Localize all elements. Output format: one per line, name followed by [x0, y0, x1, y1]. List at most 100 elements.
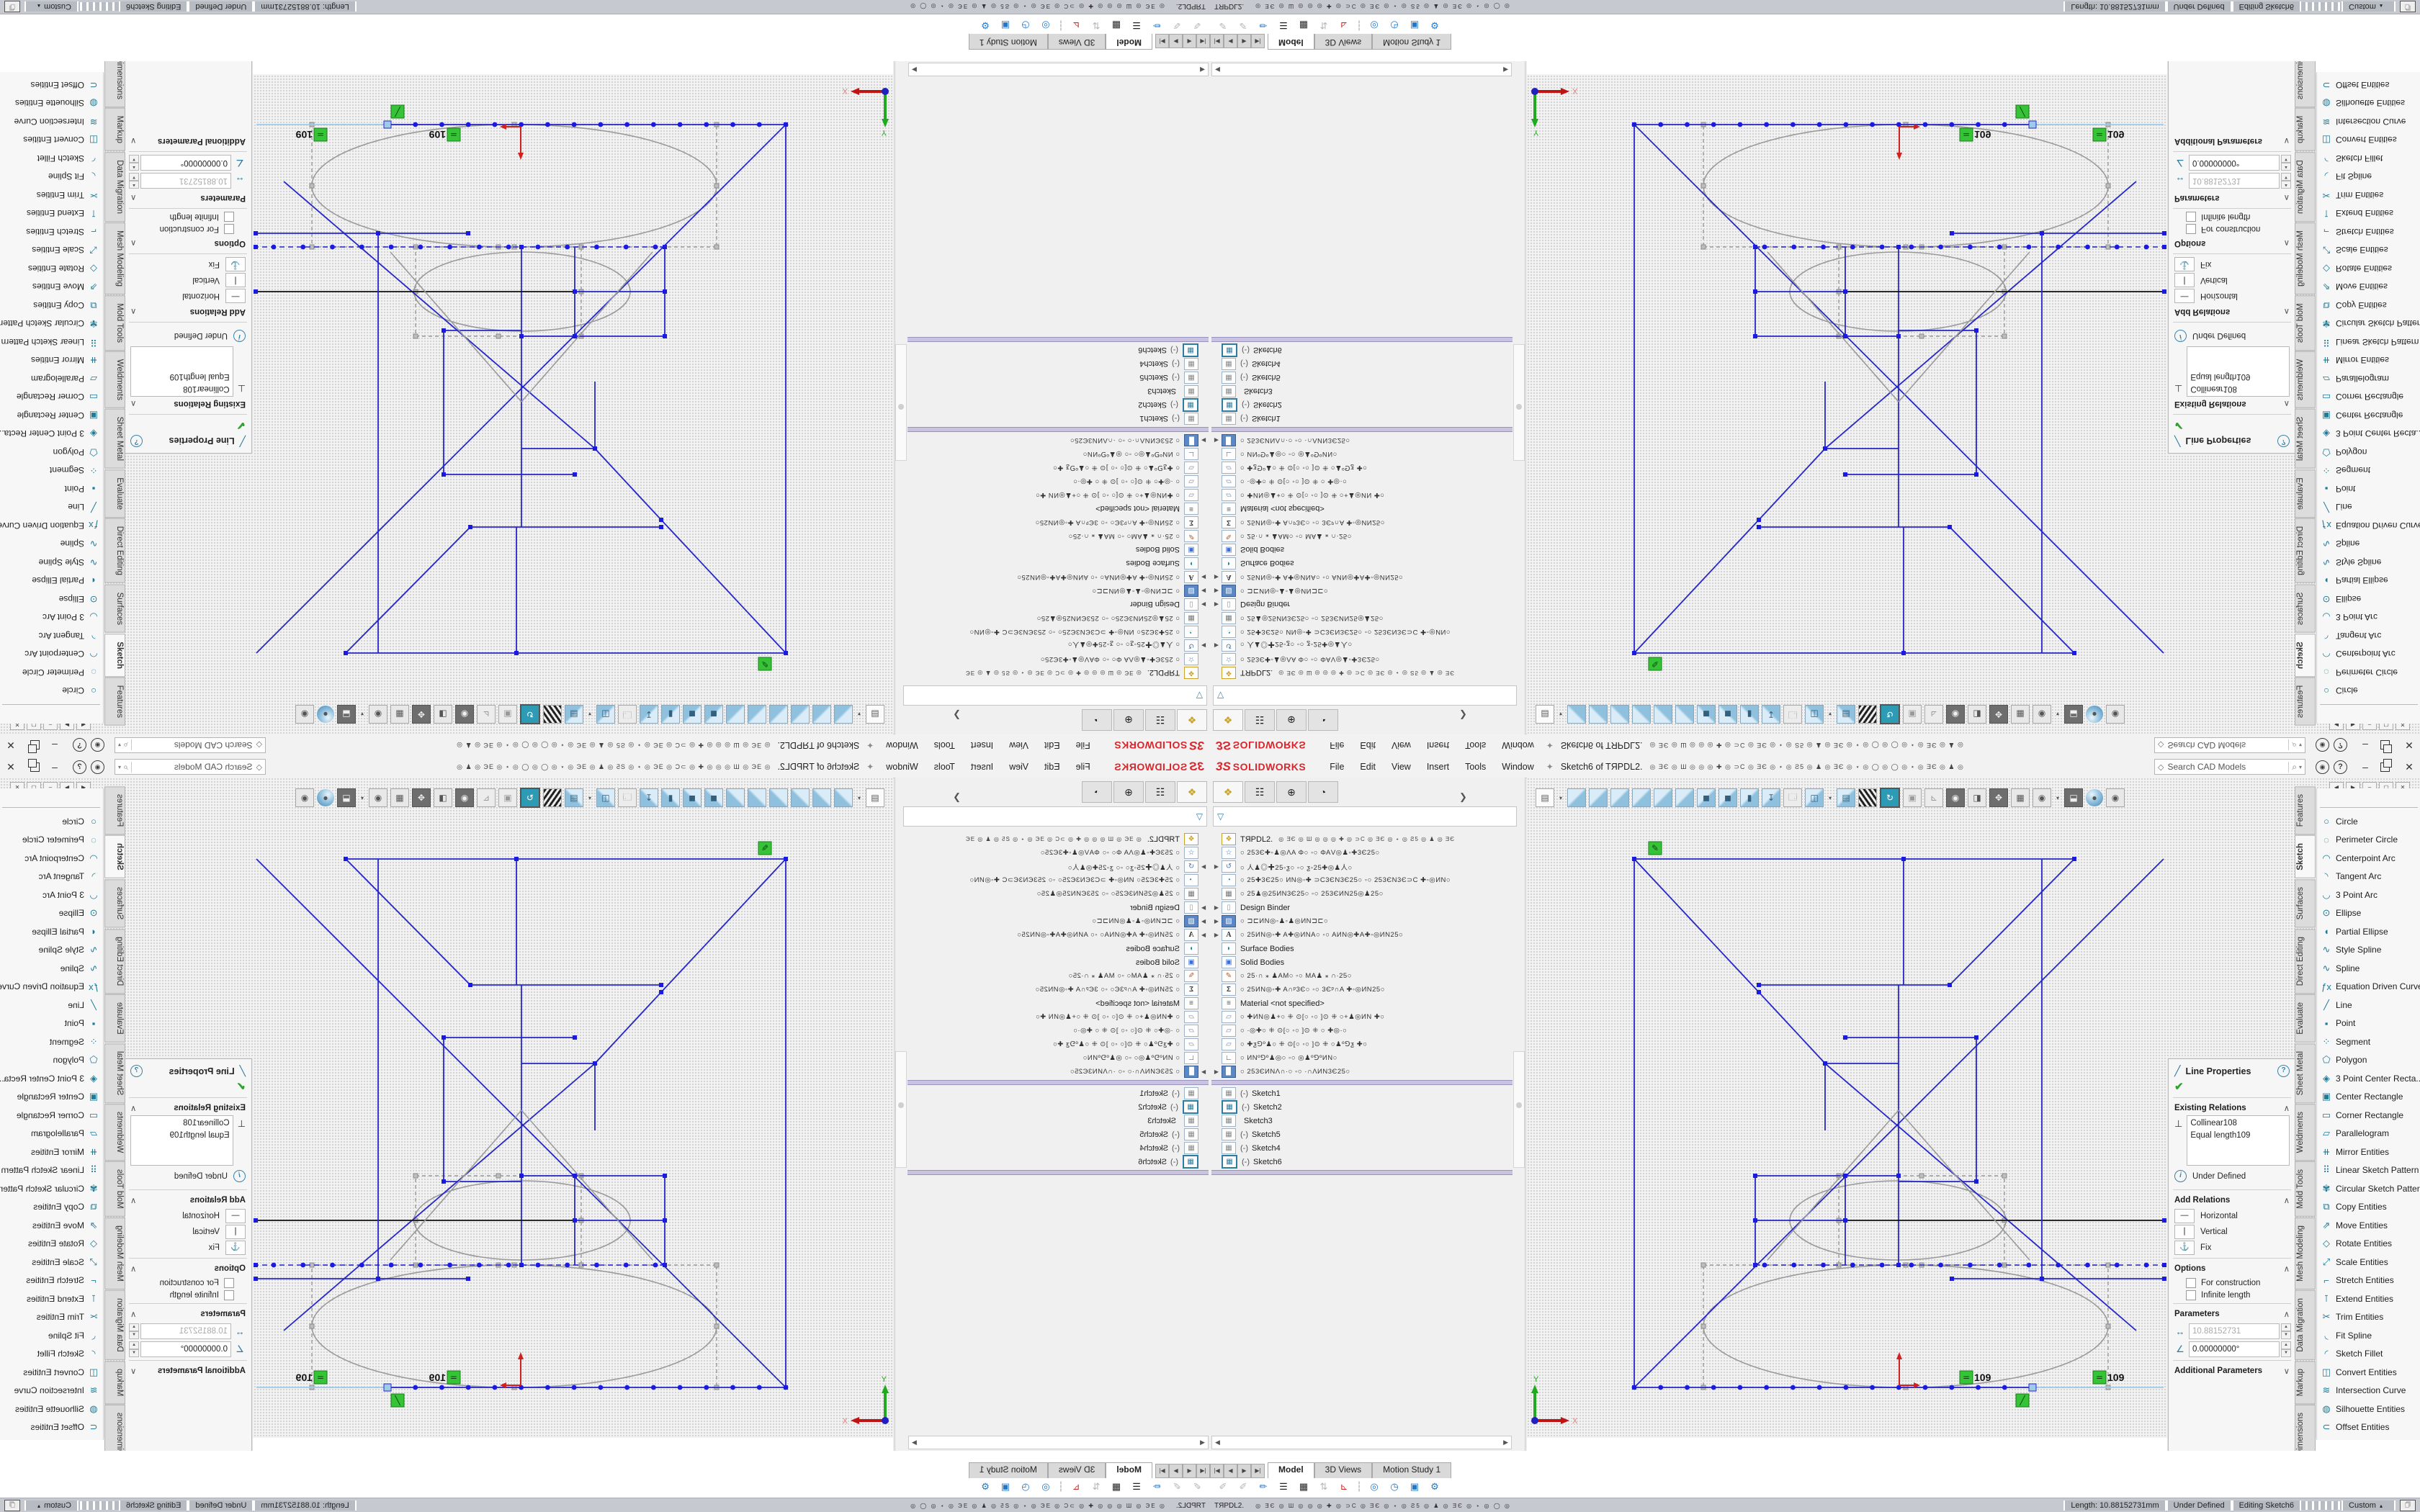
relation-item[interactable]: Collinear108: [134, 1117, 230, 1130]
tree-item[interactable]: ▶ ▣ Solid Bodies: [1211, 543, 1512, 557]
view-toolbar-icon[interactable]: [1675, 705, 1694, 724]
view-toolbar-icon[interactable]: ↻: [520, 788, 540, 808]
bottom-toolbar-icon[interactable]: ✐: [1168, 1480, 1186, 1494]
spinner-control[interactable]: ▲▼: [129, 173, 139, 189]
view-toolbar-icon[interactable]: ▮: [661, 705, 680, 724]
view-toolbar-icon[interactable]: ▣: [1903, 705, 1922, 724]
sketch-tree-item[interactable]: ▶ ▦ (-) Sketch1: [1211, 1086, 1512, 1100]
view-toolbar-icon[interactable]: ↧: [1762, 788, 1780, 807]
pin-icon[interactable]: ✦: [866, 740, 874, 750]
sketch-tool-item[interactable]: ⁘ Segment: [2317, 1032, 2420, 1051]
add-relation-button[interactable]: ⚓ Fix: [2174, 257, 2290, 271]
sketch-tool-item[interactable]: ⊺ Extend Entities: [2317, 1290, 2420, 1308]
menu-item[interactable]: Tools: [1457, 762, 1494, 772]
tree-item[interactable]: ▶ ◔ ○ 25✚3Є25○ ИN◎◦✚ ⊃C3ЄN3Є25○ ◦○ 253ЄN…: [908, 625, 1209, 639]
view-toolbar-icon[interactable]: ◨: [434, 705, 452, 724]
sketch-tool-item[interactable]: ◌ Perimeter Circle: [2317, 663, 2420, 682]
sketch-tool-item[interactable]: ◈ 3 Point Center Recta...: [0, 425, 103, 444]
sketch-tool-item[interactable]: ⁘ Segment: [0, 462, 103, 480]
tree-item[interactable]: ▶ ✎ ○ 25·∩ ⁎ ♟AΜ○ ◦○ ΜA♟ ⁎ ∩·25○: [908, 969, 1209, 983]
view-toolbar-icon[interactable]: [543, 705, 562, 724]
quick-access-toolbar[interactable]: ◎ ƎЄ ◎ Ш ◎ ◎ ◎ ✚ ◎ ⊃C ◎ ƎЄ ◎ ⋆ ◎ Ƨ5 ◎ ♟ …: [1650, 742, 2148, 750]
expand-arrow-icon[interactable]: ▶: [1211, 588, 1222, 594]
tab-propertymanager[interactable]: ☷: [1145, 709, 1175, 731]
bottom-toolbar-icon[interactable]: ✐: [1188, 1480, 1206, 1494]
bottom-toolbar-icon[interactable]: ▣: [1406, 18, 1423, 32]
tab-propertymanager[interactable]: ☷: [1145, 781, 1175, 803]
collapse-chevron-icon[interactable]: ∧: [130, 238, 136, 248]
sketch-tool-item[interactable]: ╱ Line: [0, 996, 103, 1014]
menu-item[interactable]: File: [1068, 740, 1098, 750]
help-icon[interactable]: ?: [73, 760, 86, 774]
sketch-tool-item[interactable]: ƒx Equation Driven Curve: [0, 978, 103, 996]
parameter-value-field[interactable]: 0.00000000°: [2189, 1341, 2280, 1357]
menu-item[interactable]: Window: [1494, 762, 1541, 772]
sketch-tool-item[interactable]: ▪ Point: [2317, 1014, 2420, 1033]
expand-arrow-icon[interactable]: ▶: [1211, 863, 1222, 870]
sketch-tool-item[interactable]: ⊺ Extend Entities: [0, 1290, 103, 1308]
bottom-toolbar-icon[interactable]: ☰: [1275, 18, 1292, 32]
commandmanager-tab[interactable]: Evaluate: [104, 994, 125, 1043]
search-input[interactable]: ◇ Search CAD Models ⌕ ▾: [115, 737, 266, 753]
view-toolbar-icon[interactable]: ⬓: [2064, 705, 2083, 724]
view-toolbar-icon[interactable]: ◫: [1805, 705, 1824, 724]
collapse-chevron-icon[interactable]: ∧: [130, 307, 136, 317]
expand-arrow-icon[interactable]: ▶: [1198, 574, 1209, 580]
bottom-toolbar-icon[interactable]: ◷: [1386, 18, 1403, 32]
sketch-tool-item[interactable]: ◫ Convert Entities: [0, 131, 103, 150]
tree-item[interactable]: ▶ ≡ Material <not specified>: [908, 502, 1209, 516]
expand-chevron-icon[interactable]: ∨: [2284, 136, 2290, 146]
sketch-tool-item[interactable]: ◇ Rotate Entities: [0, 1235, 103, 1254]
search-icon[interactable]: ⌕: [2288, 762, 2297, 773]
tray-icon[interactable]: 🗇: [2400, 1500, 2416, 1511]
account-icon[interactable]: ◉: [2316, 760, 2329, 774]
relation-item[interactable]: Collinear108: [2190, 382, 2286, 395]
sketch-tool-item[interactable]: ◠ Centerpoint Arc: [2317, 849, 2420, 868]
sketch-tool-item[interactable]: ⬠ Polygon: [0, 1051, 103, 1070]
sketch-tool-item[interactable]: ◟ Fit Spline: [0, 168, 103, 186]
tree-item[interactable]: ▶ ✎ ○ 25·∩ ⁎ ♟AΜ○ ◦○ ΜA♟ ⁎ ∩·25○: [1211, 969, 1512, 983]
spinner-control[interactable]: ▲▼: [2281, 1341, 2291, 1357]
sketch-tree-item[interactable]: ▶ ▦ (-) Sketch1: [908, 1086, 1209, 1100]
view-toolbar-icon[interactable]: ▣: [498, 788, 517, 807]
document-tab[interactable]: Motion Study 1: [1372, 1462, 1451, 1478]
tree-filter-input[interactable]: ▽: [1213, 806, 1517, 827]
tree-horizontal-scrollbar[interactable]: ◀ ▶: [1211, 63, 1512, 76]
sketch-tool-item[interactable]: ⌐ Stretch Entities: [2317, 222, 2420, 241]
sketch-tool-item[interactable]: ƒx Equation Driven Curve: [0, 516, 103, 535]
view-toolbar-icon[interactable]: [1610, 788, 1629, 807]
relations-list[interactable]: Collinear108Equal length109: [2187, 346, 2290, 397]
tree-item[interactable]: ▶ ✎ ○ 25·∩ ⁎ ♟AΜ○ ◦○ ΜA♟ ⁎ ∩·25○: [1211, 529, 1512, 543]
view-toolbar-icon[interactable]: ◼: [704, 788, 723, 807]
tree-item[interactable]: ▶ ▦ ○ 25♟◎25ИN3Є25○ ◦○ 253ЄИN25◎♟25○: [908, 611, 1209, 625]
view-toolbar-icon[interactable]: ▾: [586, 789, 593, 806]
tab-nav-button[interactable]: ◀: [1224, 1464, 1237, 1478]
sketch-tree-item[interactable]: ▶ ▦ Sketch3: [1211, 384, 1512, 398]
tab-nav-button[interactable]: |◀: [1210, 1464, 1224, 1478]
ok-checkmark-icon[interactable]: ✔: [125, 1079, 251, 1094]
view-toolbar-icon[interactable]: ◫: [596, 705, 615, 724]
pin-icon[interactable]: ✦: [1546, 762, 1554, 772]
tree-item[interactable]: ▶ ∟ ○ ИNº⅁º♟◎○ ◦○ ◎♟º⅁ºИN○: [908, 447, 1209, 461]
tree-item[interactable]: ▶ ❖ TЯPDL2. ◎ ƎЄ ◎ Ш ◎ ◎ ◎ ✚ ◎ ⊃C ◎ ƎЄ ◎…: [1211, 832, 1512, 846]
view-toolbar-icon[interactable]: ▾: [1827, 706, 1834, 723]
view-toolbar-icon[interactable]: ▦: [2011, 705, 2030, 724]
tree-item[interactable]: ▶ ◗ Surface Bodies: [1211, 557, 1512, 570]
view-toolbar-icon[interactable]: ✥: [412, 705, 431, 724]
tree-vertical-scrollbar[interactable]: [895, 1051, 907, 1168]
commandmanager-tab[interactable]: Sketch: [2295, 634, 2316, 677]
sketch-tool-item[interactable]: ◫ Convert Entities: [2317, 1363, 2420, 1382]
commandmanager-tab[interactable]: Features: [2295, 678, 2316, 726]
ok-checkmark-icon[interactable]: ✔: [2169, 418, 2295, 433]
parameter-value-field[interactable]: 0.00000000°: [2189, 155, 2280, 171]
bottom-toolbar-icon[interactable]: ✐: [1188, 18, 1206, 32]
sketch-tool-item[interactable]: ◝ Tangent Arc: [0, 626, 103, 645]
bottom-toolbar-icon[interactable]: ⚙: [1426, 1480, 1443, 1494]
tree-item[interactable]: ▶ ❖ TЯPDL2. ◎ ƎЄ ◎ Ш ◎ ◎ ◎ ✚ ◎ ⊃C ◎ ƎЄ ◎…: [1211, 666, 1512, 680]
view-toolbar-icon[interactable]: ↻: [520, 704, 540, 724]
commandmanager-tab[interactable]: Markup: [104, 1361, 125, 1404]
tree-item[interactable]: ▶ ▱ ○ ✚ƺ⅁º♟○ ⁜ ⊙[○ ◦○ ]⊙ ⁜ ○♟º⅁ƺ ✚○: [1211, 1038, 1512, 1051]
sketch-tree-item[interactable]: ▶ ▦ (-) Sketch2: [908, 1100, 1209, 1114]
sketch-tool-item[interactable]: ∿ Spline: [0, 959, 103, 978]
sketch-tool-item[interactable]: ◟ Fit Spline: [0, 1326, 103, 1345]
